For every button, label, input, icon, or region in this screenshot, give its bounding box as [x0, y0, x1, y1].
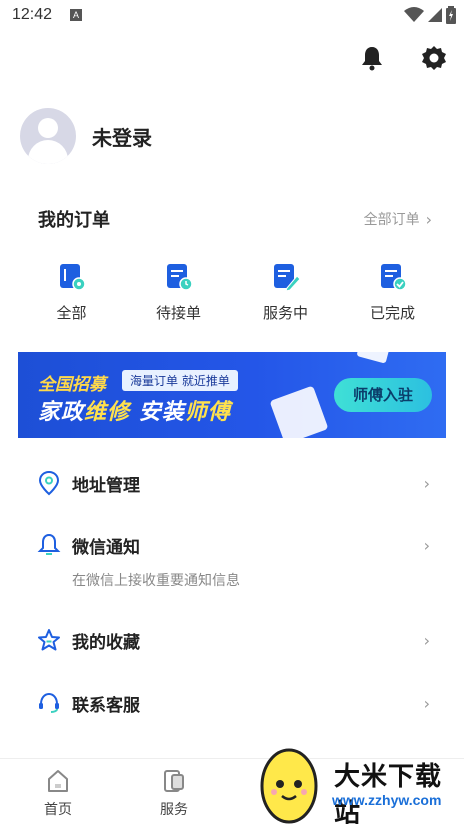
orders-title: 我的订单	[38, 210, 110, 231]
menu-label-address: 地址管理	[72, 475, 140, 496]
bell-outline-icon	[37, 533, 61, 555]
all-orders-label: 全部订单	[363, 212, 420, 228]
chevron-right-icon: ›	[423, 693, 430, 713]
tab-service-label: 服务	[160, 802, 188, 818]
wifi-icon	[404, 7, 424, 22]
order-tab-completed-label: 已完成	[369, 304, 415, 322]
service-icon	[164, 770, 184, 792]
orders-header: 我的订单 全部订单 ›	[38, 206, 432, 232]
chevron-right-icon: ›	[423, 630, 430, 650]
menu-label-customer-service: 联系客服	[72, 695, 140, 716]
paper-decoration	[356, 352, 390, 364]
order-completed-icon	[379, 262, 407, 292]
menu-label-wechat-notify: 微信通知	[72, 537, 140, 558]
chevron-right-icon: ›	[425, 209, 432, 229]
login-status[interactable]: 未登录	[92, 122, 152, 151]
banner-headline: 家政维修 安装师傅	[38, 400, 231, 425]
watermark-url: www.zzhyw.com	[332, 792, 442, 808]
menu-sub-wechat-notify: 在微信上接收重要通知信息	[72, 573, 240, 589]
tab-home-label: 首页	[44, 802, 72, 818]
banner-tag: 全国招募	[38, 375, 106, 395]
home-icon	[48, 770, 68, 792]
status-bar: 12:42 A	[0, 0, 464, 32]
join-as-worker-button[interactable]: 师傅入驻	[334, 378, 432, 412]
menu-item-favorites[interactable]: 我的收藏 ›	[36, 627, 430, 653]
order-tab-in-service[interactable]: 服务中	[232, 262, 339, 323]
paper-decoration	[269, 385, 329, 438]
order-all-icon	[58, 262, 86, 292]
battery-icon	[446, 6, 456, 24]
order-tab-completed[interactable]: 已完成	[339, 262, 446, 323]
egg-mascot-logo	[260, 748, 318, 824]
order-in-service-icon	[272, 262, 301, 292]
watermark-title: 大米下载站	[334, 762, 443, 824]
star-icon	[38, 629, 60, 651]
avatar[interactable]	[20, 108, 76, 164]
tab-home[interactable]: 首页	[28, 767, 88, 819]
tab-service[interactable]: 服务	[144, 767, 204, 819]
chevron-right-icon: ›	[423, 535, 430, 555]
menu-label-favorites: 我的收藏	[72, 632, 140, 653]
order-tab-all[interactable]: 全部	[18, 262, 125, 323]
top-actions	[358, 44, 448, 72]
headset-icon	[39, 692, 59, 713]
order-tab-all-label: 全部	[56, 304, 87, 322]
chevron-right-icon: ›	[423, 473, 430, 493]
menu-item-wechat-notify[interactable]: 微信通知 › 在微信上接收重要通知信息	[36, 532, 430, 590]
menu-item-address[interactable]: 地址管理 ›	[36, 470, 430, 496]
location-pin-icon	[38, 470, 60, 496]
watermark: 大米下载站 www.zzhyw.com	[252, 742, 464, 824]
order-tab-pending-label: 待接单	[155, 304, 201, 322]
order-pending-icon	[165, 262, 193, 292]
order-status-grid: 全部 待接单 服务中 已完成	[18, 262, 446, 323]
bell-icon[interactable]	[358, 44, 386, 72]
all-orders-link[interactable]: 全部订单 ›	[364, 209, 432, 229]
menu-item-customer-service[interactable]: 联系客服 ›	[36, 690, 430, 716]
order-tab-in-service-label: 服务中	[262, 304, 308, 322]
notification-a-icon: A	[70, 9, 82, 21]
status-indicators	[404, 6, 456, 24]
banner-subtag: 海量订单 就近推单	[122, 370, 238, 391]
status-time: 12:42	[12, 6, 53, 23]
gear-icon[interactable]	[420, 44, 448, 72]
order-tab-pending[interactable]: 待接单	[125, 262, 232, 323]
recruit-banner[interactable]: 全国招募 海量订单 就近推单 家政维修 安装师傅 师傅入驻	[18, 352, 446, 438]
signal-icon	[428, 8, 442, 22]
profile-section[interactable]: 未登录	[20, 108, 152, 164]
